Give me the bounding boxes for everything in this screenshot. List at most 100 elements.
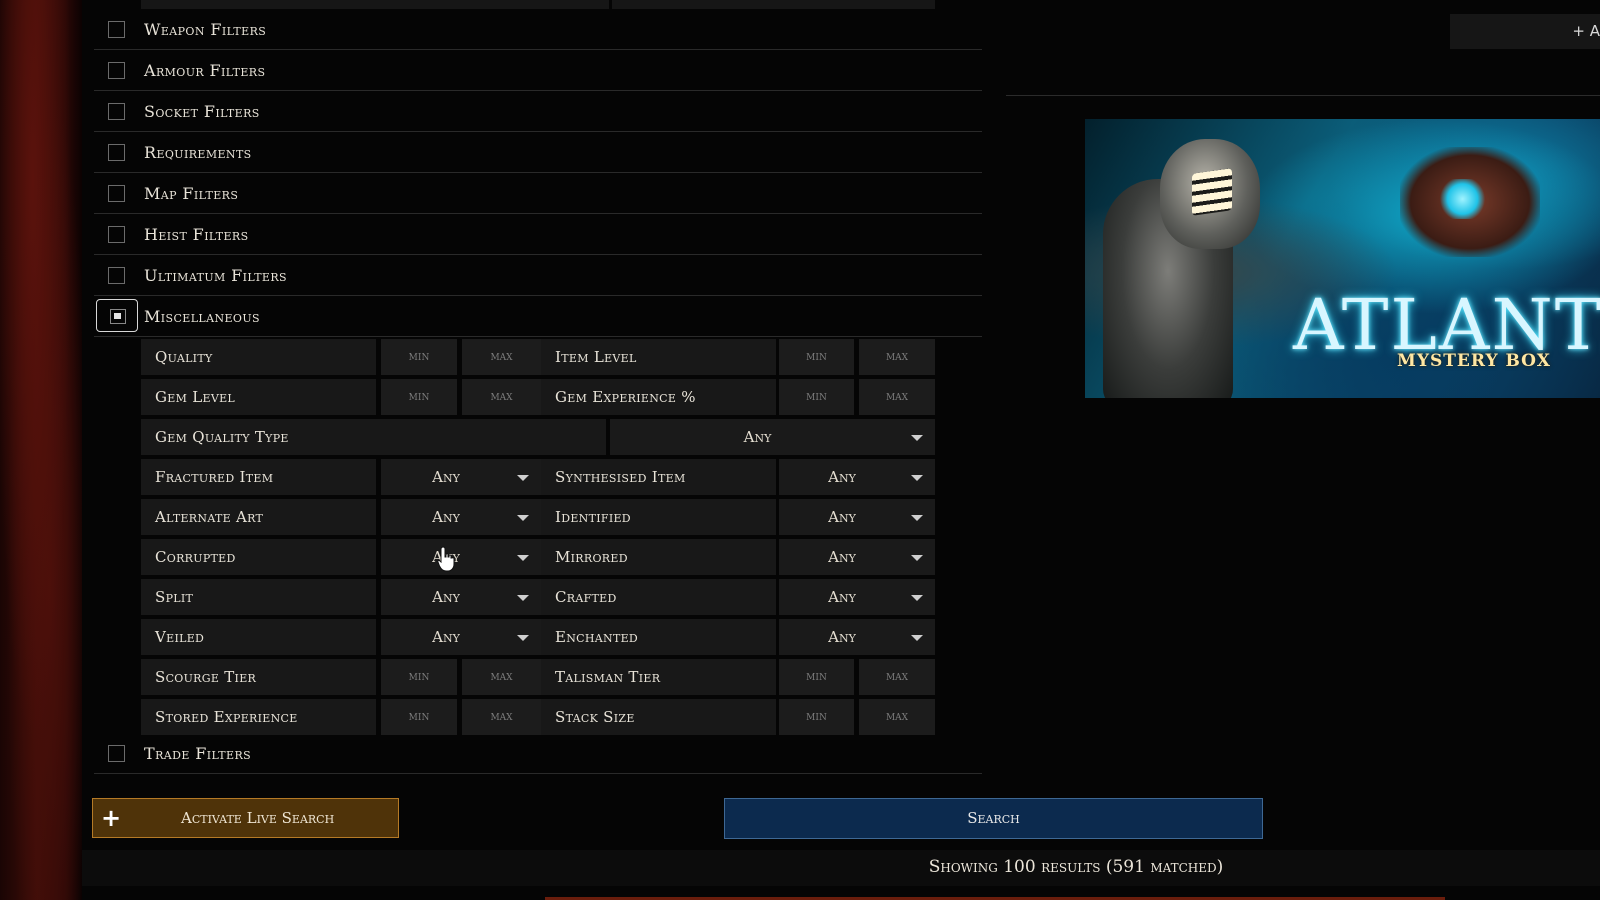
weapon-filters-label: Weapon Filters bbox=[144, 20, 267, 39]
chevron-down-icon bbox=[911, 595, 923, 601]
chest-glow-image bbox=[1440, 179, 1485, 219]
left-decorative-border bbox=[0, 0, 82, 900]
gem-quality-type-select[interactable]: Any bbox=[610, 419, 935, 455]
heist-filters-label: Heist Filters bbox=[144, 225, 249, 244]
checkbox-tick bbox=[114, 313, 121, 319]
chevron-down-icon bbox=[517, 515, 529, 521]
item-level-max-input[interactable]: max bbox=[859, 339, 935, 375]
chevron-down-icon bbox=[911, 635, 923, 641]
gem-level-label: Gem Level bbox=[141, 379, 376, 415]
top-field-stub-right bbox=[612, 0, 935, 9]
chevron-down-icon bbox=[517, 475, 529, 481]
socket-filters-label: Socket Filters bbox=[144, 102, 260, 121]
scourge-tier-max-input[interactable]: max bbox=[462, 659, 541, 695]
trade-filters-checkbox[interactable] bbox=[108, 745, 125, 762]
filter-group-trade[interactable]: Trade Filters bbox=[94, 733, 982, 774]
synthesised-item-select[interactable]: Any bbox=[779, 459, 935, 495]
weapon-filters-checkbox[interactable] bbox=[108, 21, 125, 38]
corrupted-label: Corrupted bbox=[141, 539, 376, 575]
synthesised-item-value: Any bbox=[828, 468, 856, 486]
item-level-min-input[interactable]: min bbox=[779, 339, 854, 375]
chevron-down-icon bbox=[911, 515, 923, 521]
activate-live-search-button[interactable]: + Activate Live Search bbox=[92, 798, 399, 838]
identified-label: Identified bbox=[541, 499, 776, 535]
filter-group-heist[interactable]: Heist Filters bbox=[94, 214, 982, 255]
right-divider bbox=[1006, 95, 1600, 96]
scourge-tier-label: Scourge Tier bbox=[141, 659, 376, 695]
filter-group-requirements[interactable]: Requirements bbox=[94, 132, 982, 173]
enchanted-label: Enchanted bbox=[541, 619, 776, 655]
filter-group-armour[interactable]: Armour Filters bbox=[94, 50, 982, 91]
synthesised-item-label: Synthesised Item bbox=[541, 459, 776, 495]
atlantis-mystery-box-banner[interactable]: ATLANTIS MYSTERY BOX bbox=[1085, 119, 1600, 398]
enchanted-select[interactable]: Any bbox=[779, 619, 935, 655]
misc-row-veiled: Veiled Any Enchanted Any bbox=[141, 619, 935, 655]
crafted-select[interactable]: Any bbox=[779, 579, 935, 615]
alternate-art-label: Alternate Art bbox=[141, 499, 376, 535]
top-right-add-button[interactable]: + A bbox=[1450, 14, 1600, 49]
filter-group-ultimatum[interactable]: Ultimatum Filters bbox=[94, 255, 982, 296]
filter-group-weapon[interactable]: Weapon Filters bbox=[94, 9, 982, 50]
fractured-item-select[interactable]: Any bbox=[381, 459, 541, 495]
quality-label: Quality bbox=[141, 339, 376, 375]
results-bar: Showing 100 results (591 matched) bbox=[82, 850, 1600, 886]
veiled-select[interactable]: Any bbox=[381, 619, 541, 655]
chevron-down-icon bbox=[911, 435, 923, 441]
gem-quality-type-label: Gem Quality Type bbox=[141, 419, 606, 455]
results-summary: Showing 100 results (591 matched) bbox=[928, 857, 1224, 877]
identified-value: Any bbox=[828, 508, 856, 526]
identified-select[interactable]: Any bbox=[779, 499, 935, 535]
split-label: Split bbox=[141, 579, 376, 615]
talisman-tier-max-input[interactable]: max bbox=[859, 659, 935, 695]
stored-experience-max-input[interactable]: max bbox=[462, 699, 541, 735]
stack-size-min-input[interactable]: min bbox=[779, 699, 854, 735]
misc-row-alternate-art: Alternate Art Any Identified Any bbox=[141, 499, 935, 535]
chevron-down-icon bbox=[911, 475, 923, 481]
filter-group-map[interactable]: Map Filters bbox=[94, 173, 982, 214]
armour-filters-label: Armour Filters bbox=[144, 61, 266, 80]
stored-experience-min-input[interactable]: min bbox=[381, 699, 457, 735]
chevron-down-icon bbox=[517, 555, 529, 561]
corrupted-select[interactable]: Any bbox=[381, 539, 541, 575]
misc-row-split: Split Any Crafted Any bbox=[141, 579, 935, 615]
heist-filters-checkbox[interactable] bbox=[108, 226, 125, 243]
chevron-down-icon bbox=[517, 595, 529, 601]
requirements-checkbox[interactable] bbox=[108, 144, 125, 161]
quality-max-input[interactable]: max bbox=[462, 339, 541, 375]
alternate-art-select[interactable]: Any bbox=[381, 499, 541, 535]
gem-quality-type-value: Any bbox=[743, 428, 772, 446]
gem-experience-max-input[interactable]: max bbox=[859, 379, 935, 415]
scourge-tier-min-input[interactable]: min bbox=[381, 659, 457, 695]
misc-row-gem-level: Gem Level min max Gem Experience % min m… bbox=[141, 379, 935, 415]
misc-row-quality: Quality min max Item Level min max bbox=[141, 339, 935, 375]
socket-filters-checkbox[interactable] bbox=[108, 103, 125, 120]
armour-filters-checkbox[interactable] bbox=[108, 62, 125, 79]
talisman-tier-min-input[interactable]: min bbox=[779, 659, 854, 695]
miscellaneous-checkbox[interactable] bbox=[96, 299, 138, 332]
gem-experience-label: Gem Experience % bbox=[541, 379, 776, 415]
map-filters-label: Map Filters bbox=[144, 184, 239, 203]
enchanted-value: Any bbox=[828, 628, 856, 646]
ultimatum-filters-checkbox[interactable] bbox=[108, 267, 125, 284]
stored-experience-label: Stored Experience bbox=[141, 699, 376, 735]
chevron-down-icon bbox=[517, 635, 529, 641]
live-search-label: Activate Live Search bbox=[181, 809, 335, 827]
split-select[interactable]: Any bbox=[381, 579, 541, 615]
stack-size-label: Stack Size bbox=[541, 699, 776, 735]
search-button[interactable]: Search bbox=[724, 798, 1263, 839]
mirrored-select[interactable]: Any bbox=[779, 539, 935, 575]
mirrored-value: Any bbox=[828, 548, 856, 566]
quality-min-input[interactable]: min bbox=[381, 339, 457, 375]
top-field-stub-left bbox=[141, 0, 609, 9]
crafted-value: Any bbox=[828, 588, 856, 606]
split-value: Any bbox=[432, 588, 460, 606]
gem-level-min-input[interactable]: min bbox=[381, 379, 457, 415]
filter-group-miscellaneous[interactable]: Miscellaneous bbox=[94, 296, 982, 337]
map-filters-checkbox[interactable] bbox=[108, 185, 125, 202]
gem-experience-min-input[interactable]: min bbox=[779, 379, 854, 415]
stack-size-max-input[interactable]: max bbox=[859, 699, 935, 735]
fractured-item-value: Any bbox=[432, 468, 460, 486]
hand-cursor-icon bbox=[437, 546, 455, 572]
filter-group-socket[interactable]: Socket Filters bbox=[94, 91, 982, 132]
gem-level-max-input[interactable]: max bbox=[462, 379, 541, 415]
